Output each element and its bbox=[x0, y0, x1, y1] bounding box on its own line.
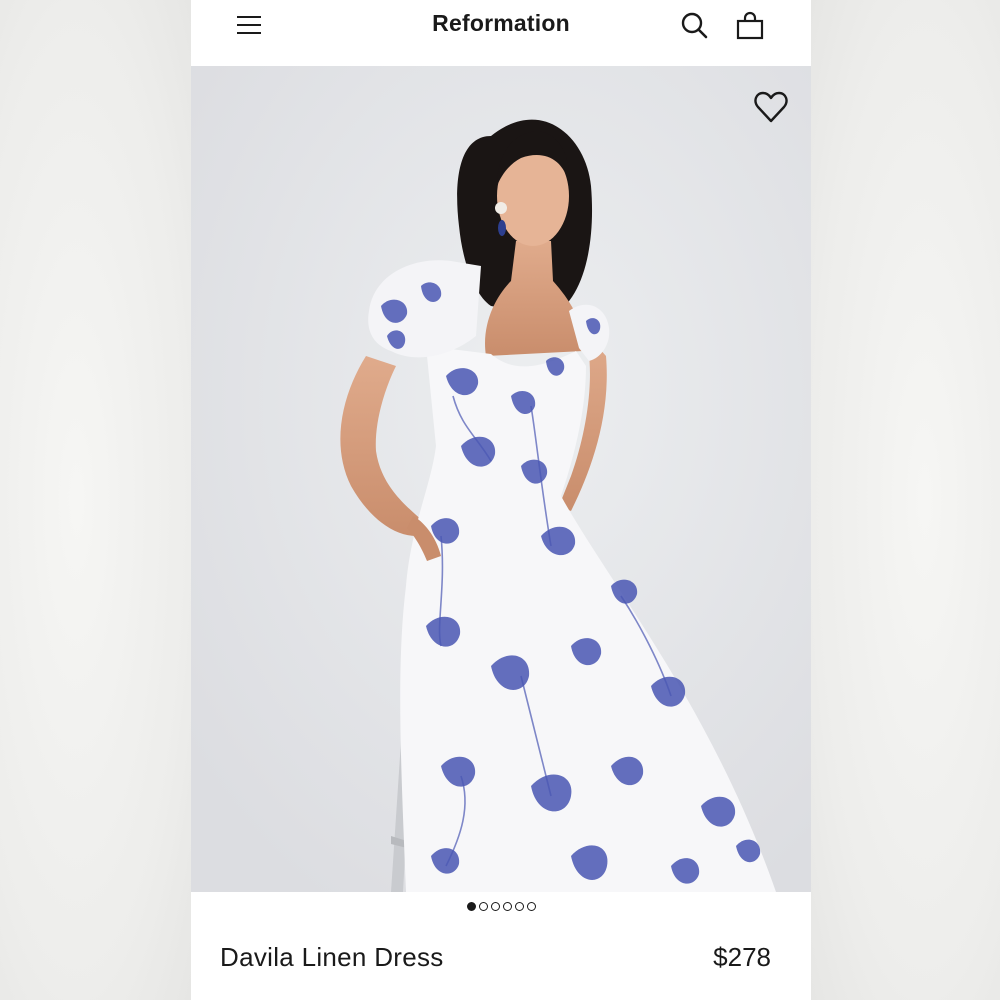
product-image[interactable] bbox=[191, 66, 811, 892]
image-carousel-indicator bbox=[191, 902, 811, 918]
carousel-dot[interactable] bbox=[514, 902, 524, 911]
favorite-button[interactable] bbox=[753, 90, 789, 124]
brand-logo[interactable]: Reformation bbox=[191, 10, 811, 37]
carousel-dot[interactable] bbox=[526, 902, 536, 911]
product-page: Reformation Davila Linen Dress $278 bbox=[191, 0, 811, 1000]
bag-icon bbox=[736, 11, 764, 40]
carousel-dot[interactable] bbox=[490, 902, 500, 911]
carousel-dot[interactable] bbox=[502, 902, 512, 911]
search-button[interactable] bbox=[679, 10, 711, 42]
left-backdrop bbox=[0, 0, 191, 1000]
top-navigation-bar: Reformation bbox=[191, 0, 811, 66]
carousel-dot[interactable] bbox=[466, 902, 476, 911]
product-price: $278 bbox=[713, 942, 771, 972]
carousel-dot[interactable] bbox=[478, 902, 488, 911]
product-photo bbox=[191, 66, 811, 892]
right-backdrop bbox=[811, 0, 1000, 1000]
product-title: Davila Linen Dress bbox=[220, 942, 444, 972]
heart-icon bbox=[754, 91, 788, 123]
search-icon bbox=[681, 12, 708, 39]
bag-button[interactable] bbox=[734, 10, 766, 42]
